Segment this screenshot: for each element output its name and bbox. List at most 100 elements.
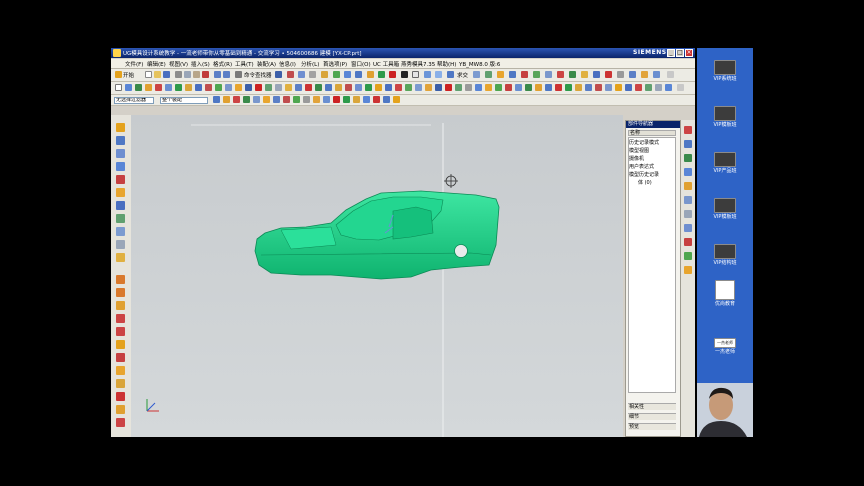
section-icon[interactable] xyxy=(605,71,612,78)
arc-icon[interactable] xyxy=(145,84,152,91)
join-icon[interactable] xyxy=(255,84,262,91)
fillet-curve-icon[interactable] xyxy=(205,84,212,91)
new-icon[interactable] xyxy=(145,71,152,78)
measure-icon[interactable] xyxy=(309,71,316,78)
divide-icon[interactable] xyxy=(265,84,272,91)
sketch-icon[interactable] xyxy=(115,84,122,91)
lattice-icon[interactable] xyxy=(625,84,632,91)
menu-yanxiu-mold[interactable]: 燕秀模具7.35 xyxy=(401,60,435,68)
menu-preferences[interactable]: 首选项(P) xyxy=(323,60,347,68)
replace-icon[interactable] xyxy=(617,71,624,78)
mid-point-icon[interactable] xyxy=(253,96,260,103)
wcs-icon[interactable] xyxy=(287,71,294,78)
cylinder-icon[interactable] xyxy=(367,71,374,78)
lt-layer-icon[interactable] xyxy=(116,240,125,249)
through-curves-icon[interactable] xyxy=(325,84,332,91)
emboss-icon[interactable] xyxy=(605,84,612,91)
menu-help[interactable]: 帮助(H) xyxy=(437,60,456,68)
nav-user-expressions[interactable]: 用户表达式 xyxy=(629,163,654,170)
control-point-icon[interactable] xyxy=(263,96,270,103)
move-face-icon[interactable] xyxy=(495,84,502,91)
end-point-icon[interactable] xyxy=(243,96,250,103)
view-orient-icon[interactable] xyxy=(353,96,360,103)
pull-face-icon[interactable] xyxy=(525,84,532,91)
paste-icon[interactable] xyxy=(193,71,200,78)
feature-icon[interactable] xyxy=(344,71,351,78)
rb-history-icon[interactable] xyxy=(684,210,692,218)
lt-edit-icon[interactable] xyxy=(116,175,125,184)
intersect-button[interactable]: 求交 xyxy=(457,71,468,79)
lt-mold-wizard-8-icon[interactable] xyxy=(116,366,125,375)
boss-icon[interactable] xyxy=(555,84,562,91)
lt-mold-wizard-4-icon[interactable] xyxy=(116,314,125,323)
body-icon[interactable] xyxy=(635,84,642,91)
open-icon[interactable] xyxy=(154,71,161,78)
replace-face-icon[interactable] xyxy=(485,84,492,91)
ruled-icon[interactable] xyxy=(315,84,322,91)
menu-uc-toolbox[interactable]: UC 工具箱 xyxy=(373,60,399,68)
rb-assembly-nav-icon[interactable] xyxy=(684,126,692,134)
menu-window[interactable]: 窗口(O) xyxy=(351,60,371,68)
desktop-icon-vip-structure[interactable]: VIP结构班 xyxy=(697,244,753,266)
trim-icon[interactable] xyxy=(545,71,552,78)
chamfer-icon[interactable] xyxy=(509,71,516,78)
offset-curve-icon[interactable] xyxy=(215,84,222,91)
layer-icon[interactable] xyxy=(333,71,340,78)
lt-mold-wizard-7-icon[interactable] xyxy=(116,353,125,362)
command-finder-button[interactable]: 命令查找器 xyxy=(244,71,272,79)
nav-model-history[interactable]: 模型历史记录 xyxy=(629,171,659,178)
point-on-face-icon[interactable] xyxy=(323,96,330,103)
cut-icon[interactable] xyxy=(175,71,182,78)
start-icon[interactable] xyxy=(115,71,122,78)
mesh-icon[interactable] xyxy=(335,84,342,91)
menu-yb-mw[interactable]: YB_MW8.0 版:6 xyxy=(459,60,500,68)
nav-details-panel[interactable]: 细节 xyxy=(628,413,676,420)
spline-icon[interactable] xyxy=(175,84,182,91)
menu-file[interactable]: 文件(F) xyxy=(125,60,143,68)
menu-analysis[interactable]: 分析(L) xyxy=(301,60,319,68)
arc-center-icon[interactable] xyxy=(283,96,290,103)
graphics-window[interactable] xyxy=(131,115,623,437)
lt-measure-icon[interactable] xyxy=(116,227,125,236)
rb-constraint-nav-icon[interactable] xyxy=(684,140,692,148)
shade-icon[interactable] xyxy=(401,71,408,78)
project-curve-icon[interactable] xyxy=(225,84,232,91)
filter-icon[interactable] xyxy=(233,96,240,103)
studio-icon[interactable] xyxy=(395,84,402,91)
command-finder-icon[interactable] xyxy=(235,71,242,78)
desktop-icon-vip-product[interactable]: VIP产品班 xyxy=(697,152,753,174)
helix-icon[interactable] xyxy=(305,84,312,91)
lt-feature-icon[interactable] xyxy=(116,123,125,132)
thread-icon[interactable] xyxy=(615,84,622,91)
swept-icon[interactable] xyxy=(345,84,352,91)
offset-region-icon[interactable] xyxy=(655,84,662,91)
bridge-icon[interactable] xyxy=(245,84,252,91)
rb-system-materials-icon[interactable] xyxy=(684,224,692,232)
sphere-icon[interactable] xyxy=(378,71,385,78)
pocket-icon[interactable] xyxy=(575,84,582,91)
text-icon[interactable] xyxy=(295,84,302,91)
polygon-icon[interactable] xyxy=(195,84,202,91)
menu-insert[interactable]: 插入(S) xyxy=(191,60,210,68)
assembly-filter-dropdown[interactable]: 整个装配 xyxy=(160,97,208,104)
surface-icon[interactable] xyxy=(641,71,648,78)
pad-icon[interactable] xyxy=(585,84,592,91)
rib-icon[interactable] xyxy=(565,84,572,91)
law-icon[interactable] xyxy=(385,84,392,91)
extension-icon[interactable] xyxy=(375,84,382,91)
rb-system-scene-icon[interactable] xyxy=(684,266,692,274)
sew-surface-icon[interactable] xyxy=(455,84,462,91)
shell-icon[interactable] xyxy=(533,71,540,78)
desktop-icon-vip-template-2[interactable]: VIP模板班 xyxy=(697,198,753,220)
navigator-column-name[interactable]: 名称 xyxy=(628,130,676,136)
hole-icon[interactable] xyxy=(545,84,552,91)
delete-icon[interactable] xyxy=(202,71,209,78)
redo-icon[interactable] xyxy=(223,71,230,78)
minimize-button[interactable]: _ xyxy=(667,49,675,57)
lt-sync-icon[interactable] xyxy=(116,188,125,197)
lt-mold-wizard-10-icon[interactable] xyxy=(116,392,125,401)
circle-icon[interactable] xyxy=(155,84,162,91)
lt-mold-wizard-3-icon[interactable] xyxy=(116,301,125,310)
pan-icon[interactable] xyxy=(393,96,400,103)
n-sided-icon[interactable] xyxy=(355,84,362,91)
